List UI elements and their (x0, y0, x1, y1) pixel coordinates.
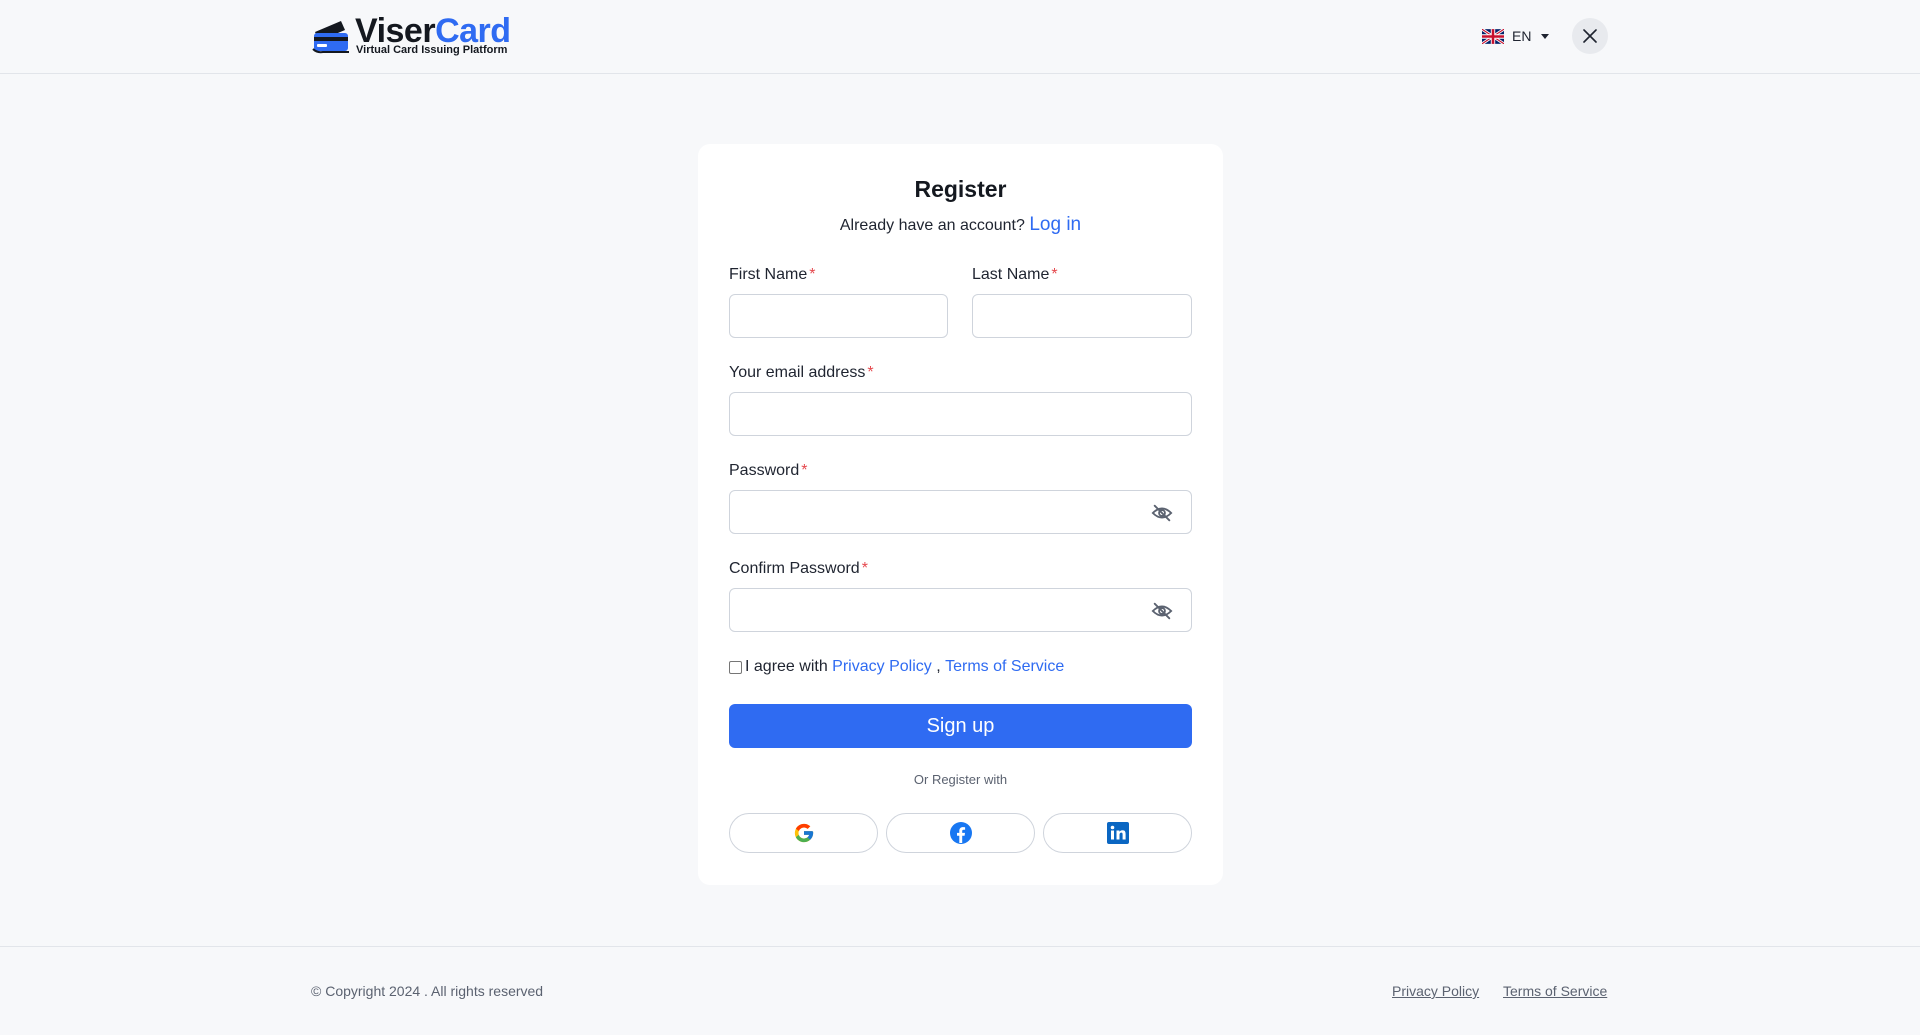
first-name-label-text: First Name (729, 266, 808, 283)
email-field[interactable] (729, 392, 1192, 436)
language-code: EN (1512, 28, 1532, 44)
register-card: Register Already have an account? Log in… (698, 144, 1223, 885)
first-name-label: First Name * (729, 266, 815, 284)
password-label: Password * (729, 462, 807, 480)
first-name-field[interactable] (729, 294, 948, 338)
footer-terms-of-service-link[interactable]: Terms of Service (1503, 983, 1607, 999)
footer-privacy-policy-link[interactable]: Privacy Policy (1392, 983, 1479, 999)
password-field[interactable] (729, 490, 1192, 534)
card-stack-icon (312, 21, 349, 54)
login-prompt-text: Already have an account? (839, 217, 1025, 234)
chevron-down-icon (1541, 33, 1550, 39)
required-mark: * (1051, 266, 1058, 283)
linkedin-register-button[interactable] (1043, 813, 1192, 853)
email-label-text: Your email address (729, 364, 866, 381)
last-name-field[interactable] (972, 294, 1192, 338)
login-link[interactable]: Log in (1029, 214, 1081, 235)
confirm-password-label-text: Confirm Password (729, 560, 860, 577)
close-icon (1583, 29, 1597, 43)
page-title: Register (914, 176, 1007, 202)
required-mark: * (801, 462, 808, 479)
login-prompt: Already have an account? Log in (698, 214, 1223, 236)
copyright-text: © Copyright 2024 . All rights reserved (311, 983, 544, 999)
email-label: Your email address * (729, 364, 874, 382)
terms-of-service-link[interactable]: Terms of Service (945, 658, 1064, 676)
last-name-label-text: Last Name (972, 266, 1050, 283)
site-header: ViserCard Virtual Card Issuing Platform … (0, 0, 1920, 74)
eye-slash-icon[interactable] (1151, 601, 1173, 621)
agree-text: I agree with (745, 658, 828, 675)
facebook-icon (949, 822, 972, 844)
close-button[interactable] (1572, 18, 1608, 54)
confirm-password-label: Confirm Password * (729, 560, 868, 578)
terms-agreement: I agree with Privacy Policy , Terms of S… (729, 658, 1064, 676)
linkedin-icon (1106, 822, 1129, 844)
language-selector[interactable]: EN (1482, 24, 1550, 48)
password-label-text: Password (729, 462, 800, 479)
uk-flag-icon (1482, 28, 1504, 44)
viser-card-logo[interactable]: ViserCard Virtual Card Issuing Platform (311, 12, 516, 58)
privacy-policy-link[interactable]: Privacy Policy (832, 658, 932, 676)
google-register-button[interactable] (729, 813, 878, 853)
agree-checkbox[interactable] (729, 660, 742, 674)
site-footer: © Copyright 2024 . All rights reserved P… (0, 946, 1920, 1035)
required-mark: * (861, 560, 868, 577)
sign-up-button[interactable]: Sign up (729, 704, 1192, 748)
last-name-label: Last Name * (972, 266, 1058, 284)
or-register-with: Or Register with (913, 772, 1008, 787)
required-mark: * (809, 266, 816, 283)
facebook-register-button[interactable] (886, 813, 1035, 853)
eye-slash-icon[interactable] (1151, 503, 1173, 523)
separator: , (936, 658, 941, 675)
confirm-password-field[interactable] (729, 588, 1192, 632)
google-icon (794, 823, 813, 843)
brand-tagline: Virtual Card Issuing Platform (356, 44, 508, 56)
required-mark: * (867, 364, 874, 381)
